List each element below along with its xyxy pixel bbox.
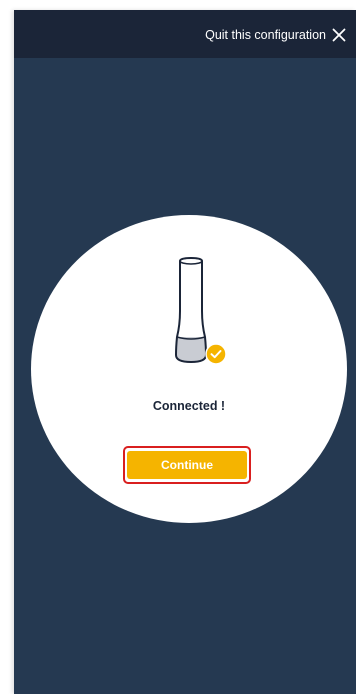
- check-badge-icon: [205, 343, 227, 365]
- status-card: Connected ! Continue: [31, 215, 347, 523]
- top-bar: Quit this configuration: [14, 10, 356, 58]
- speaker-device-icon: [161, 255, 227, 365]
- quit-configuration-button[interactable]: Quit this configuration: [205, 24, 346, 46]
- connection-status-text: Connected !: [152, 399, 226, 413]
- continue-button[interactable]: Continue: [127, 451, 247, 479]
- quit-configuration-label: Quit this configuration: [205, 28, 326, 42]
- app-screen: Quit this configuration Connected ! Cont…: [14, 10, 356, 694]
- screenshot-frame: Quit this configuration Connected ! Cont…: [0, 0, 356, 694]
- close-icon: [332, 28, 346, 42]
